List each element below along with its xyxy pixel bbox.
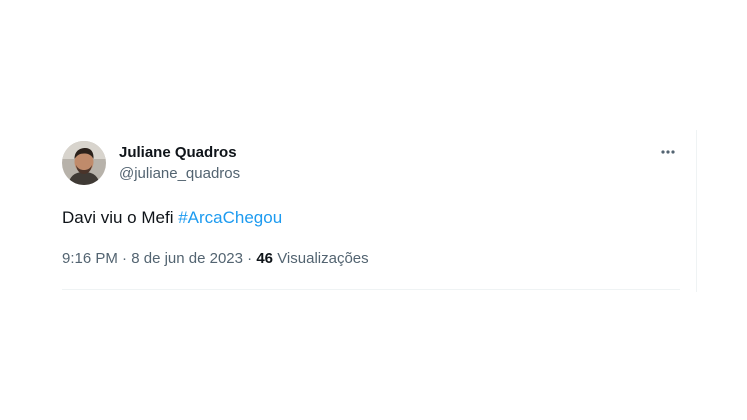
tweet-timestamp[interactable]: 9:16 PM xyxy=(62,250,118,267)
views-count[interactable]: 46 xyxy=(256,250,273,267)
hashtag-link[interactable]: #ArcaChegou xyxy=(178,208,282,227)
tweet-date[interactable]: 8 de jun de 2023 xyxy=(131,250,243,267)
meta-separator: · xyxy=(243,250,257,267)
tweet-author: Juliane Quadros @juliane_quadros xyxy=(119,143,240,184)
column-border xyxy=(696,130,697,292)
more-horizontal-icon xyxy=(661,150,675,154)
views-label[interactable]: Visualizações xyxy=(273,250,368,267)
tweet-text-body: Davi viu o Mefi xyxy=(62,208,179,227)
author-display-name[interactable]: Juliane Quadros xyxy=(119,143,240,163)
more-options-button[interactable] xyxy=(658,142,678,162)
avatar-image xyxy=(62,141,106,185)
tweet-meta: 9:16 PM · 8 de jun de 2023 · 46 Visualiz… xyxy=(62,249,369,269)
avatar[interactable] xyxy=(62,141,106,185)
meta-separator: · xyxy=(117,250,132,267)
author-handle[interactable]: @juliane_quadros xyxy=(119,164,240,184)
tweet: Juliane Quadros @juliane_quadros Davi vi… xyxy=(62,132,680,290)
tweet-text: Davi viu o Mefi #ArcaChegou xyxy=(62,206,282,230)
